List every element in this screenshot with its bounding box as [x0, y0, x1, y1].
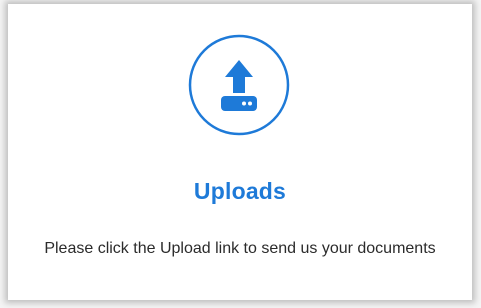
uploads-card[interactable]: Uploads Please click the Upload link to … [8, 4, 472, 300]
screenshot-stage: Uploads Please click the Upload link to … [0, 0, 481, 308]
upload-icon[interactable] [187, 33, 291, 137]
uploads-description: Please click the Upload link to send us … [44, 240, 436, 257]
uploads-title: Uploads [193, 178, 287, 204]
